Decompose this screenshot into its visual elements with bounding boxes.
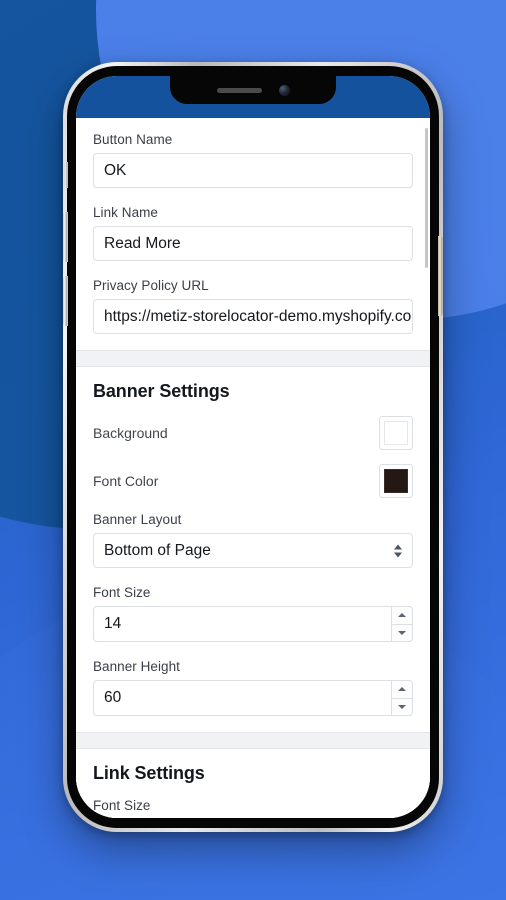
privacy-policy-url-input[interactable]: https://metiz-storelocator-demo.myshopif…	[93, 299, 413, 334]
link-font-size-label: Font Size	[93, 798, 151, 813]
banner-layout-label: Banner Layout	[93, 512, 182, 527]
field-banner-height: Banner Height 60	[93, 659, 413, 716]
banner-background-color-picker[interactable]	[379, 416, 413, 450]
arrow-down-icon	[398, 630, 406, 635]
field-privacy-policy-url: Privacy Policy URL https://metiz-storelo…	[93, 278, 413, 334]
top-form-section: Button Name OK Link Name Read More Priva…	[76, 118, 430, 350]
banner-height-input[interactable]: 60	[93, 680, 391, 716]
arrow-down-icon	[398, 704, 406, 709]
row-banner-font-color: Font Color	[93, 464, 413, 498]
banner-background-swatch	[384, 421, 408, 445]
link-name-input[interactable]: Read More	[93, 226, 413, 261]
earpiece-speaker-icon	[216, 87, 262, 93]
volume-up-button[interactable]	[63, 212, 68, 262]
banner-height-stepper-buttons	[391, 680, 413, 716]
row-banner-background: Background	[93, 416, 413, 450]
banner-font-size-label: Font Size	[93, 585, 151, 600]
button-name-input[interactable]: OK	[93, 153, 413, 188]
arrow-up-icon	[398, 613, 406, 618]
front-camera-icon	[278, 84, 290, 96]
volume-down-button[interactable]	[63, 276, 68, 326]
device-notch	[170, 76, 336, 104]
banner-settings-section: Banner Settings Background Font Color Ba…	[76, 367, 430, 732]
field-link-font-size: Font Size 1	[93, 798, 413, 818]
banner-height-increment-button[interactable]	[391, 680, 413, 698]
field-banner-font-size: Font Size 14	[93, 585, 413, 642]
banner-settings-title: Banner Settings	[93, 381, 230, 401]
banner-layout-select-wrap: Bottom of Page	[93, 533, 413, 568]
button-name-label: Button Name	[93, 132, 173, 147]
banner-background-label: Background	[93, 425, 168, 441]
field-link-name: Link Name Read More	[93, 205, 413, 261]
section-separator-link	[76, 732, 430, 749]
arrow-up-icon	[398, 687, 406, 692]
section-separator-banner	[76, 350, 430, 367]
banner-height-label: Banner Height	[93, 659, 180, 674]
banner-height-stepper: 60	[93, 680, 413, 716]
phone-device-frame: Button Name OK Link Name Read More Priva…	[63, 62, 443, 832]
screenshot-stage: Button Name OK Link Name Read More Priva…	[0, 0, 506, 900]
link-settings-section: Link Settings Font Size 1	[76, 749, 430, 818]
phone-body: Button Name OK Link Name Read More Priva…	[63, 66, 443, 828]
privacy-policy-url-label: Privacy Policy URL	[93, 278, 209, 293]
banner-font-size-increment-button[interactable]	[391, 606, 413, 624]
link-settings-title: Link Settings	[93, 763, 205, 783]
banner-font-size-stepper-buttons	[391, 606, 413, 642]
banner-font-color-swatch	[384, 469, 408, 493]
banner-font-size-decrement-button[interactable]	[391, 623, 413, 642]
power-button[interactable]	[438, 236, 443, 316]
app-content: Button Name OK Link Name Read More Priva…	[76, 118, 430, 818]
field-button-name: Button Name OK	[93, 132, 413, 188]
banner-font-size-stepper: 14	[93, 606, 413, 642]
banner-font-color-picker[interactable]	[379, 464, 413, 498]
field-banner-layout: Banner Layout Bottom of Page	[93, 512, 413, 568]
banner-font-size-input[interactable]: 14	[93, 606, 391, 642]
banner-layout-select[interactable]: Bottom of Page	[93, 533, 413, 568]
banner-height-decrement-button[interactable]	[391, 697, 413, 716]
banner-font-color-label: Font Color	[93, 473, 159, 489]
phone-screen: Button Name OK Link Name Read More Priva…	[76, 76, 430, 818]
silence-switch[interactable]	[64, 162, 68, 188]
link-name-label: Link Name	[93, 205, 158, 220]
